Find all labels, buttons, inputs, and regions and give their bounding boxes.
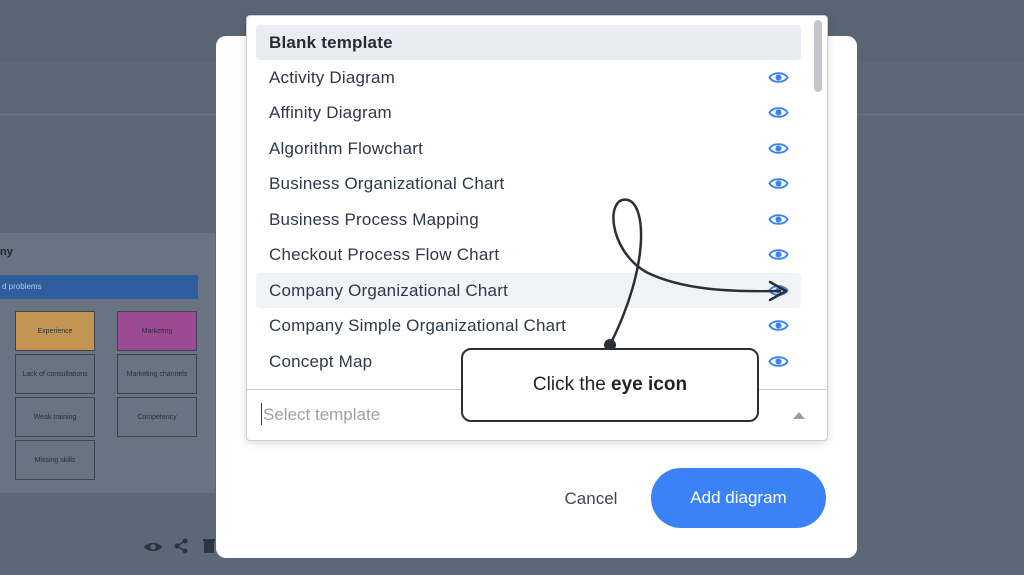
tutorial-arrow xyxy=(604,198,788,351)
callout-text: Click the xyxy=(532,374,612,395)
tutorial-callout: Click the eye icon xyxy=(461,348,759,422)
callout-emphasis: eye icon xyxy=(611,374,688,395)
